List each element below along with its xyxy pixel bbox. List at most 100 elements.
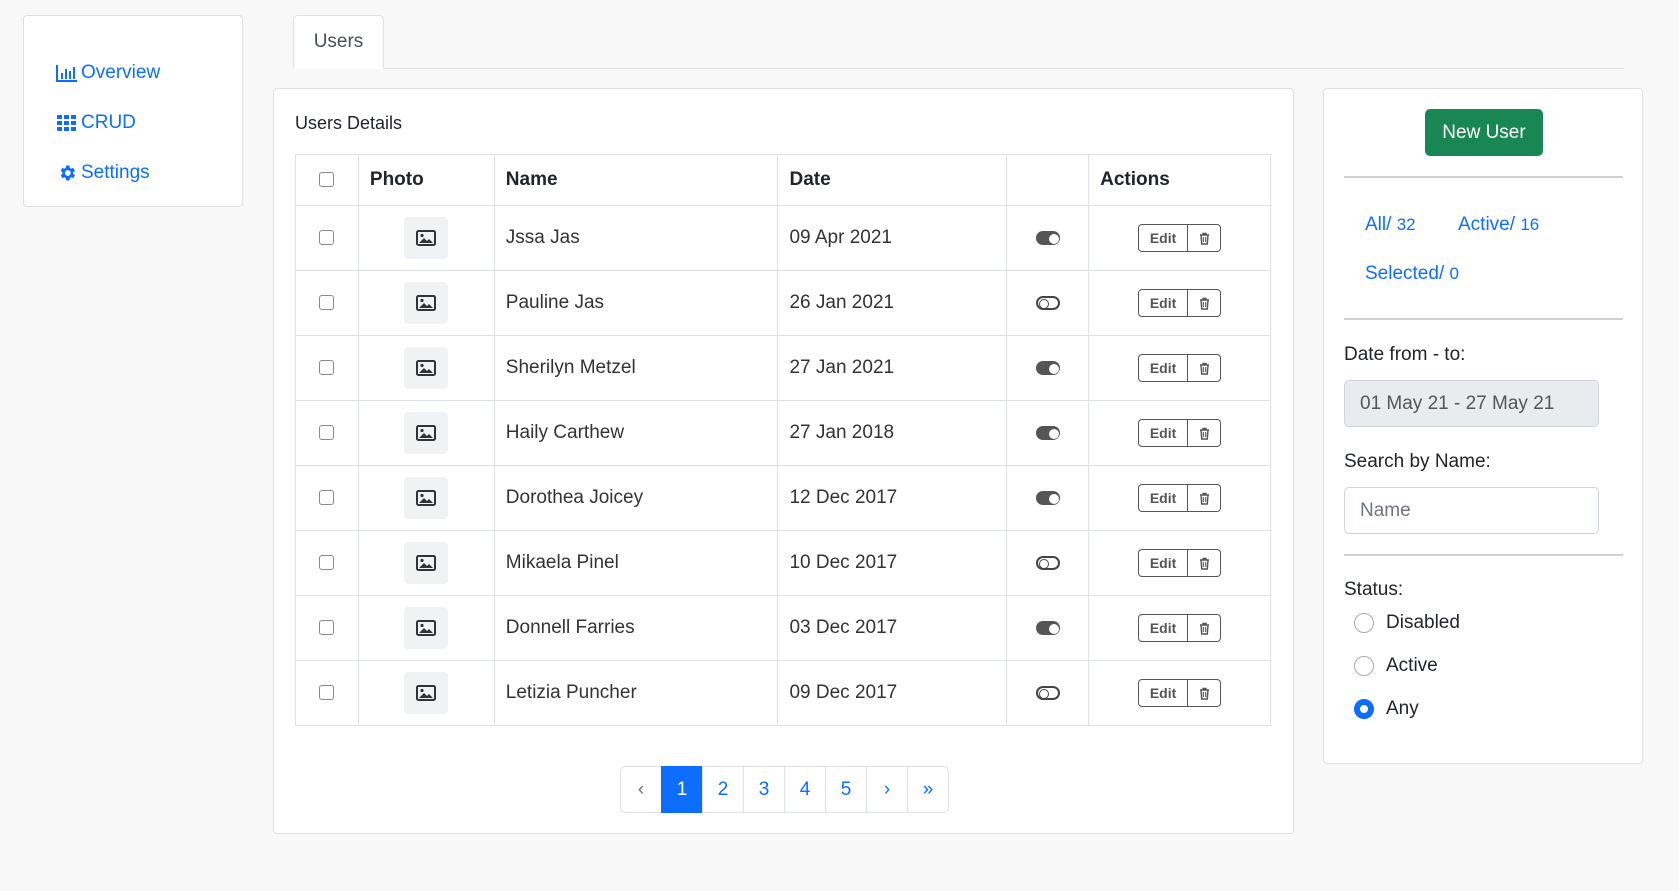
page-1-button[interactable]: 1 [661,766,703,813]
status-toggle[interactable] [1035,295,1060,310]
status-disabled-radio[interactable] [1354,613,1374,633]
divider [1344,554,1623,556]
status-toggle[interactable] [1035,425,1060,440]
delete-button[interactable] [1188,484,1222,512]
user-name: Letizia Puncher [493,660,779,726]
row-select-cell [295,595,359,661]
row-select-cell [295,465,359,531]
filter-active-label: Active/ [1458,214,1516,235]
page-next-button[interactable]: › [866,766,908,813]
filter-all-label: All/ [1365,214,1392,235]
delete-button[interactable] [1188,614,1222,642]
status-toggle-cell [1006,335,1090,401]
user-name: Donnell Farries [493,595,779,661]
column-header-actions: Actions [1088,154,1271,206]
row-checkbox[interactable] [319,555,335,571]
actions-cell: Edit [1088,270,1271,336]
user-name: Haily Carthew [493,400,779,466]
user-name: Dorothea Joicey [493,465,779,531]
page-5-button[interactable]: 5 [825,766,867,813]
search-name-input[interactable] [1344,487,1599,534]
page-2-button[interactable]: 2 [702,766,744,813]
filter-active-count: 16 [1520,215,1540,234]
filter-all-link[interactable]: All/ 32 [1365,214,1416,236]
tab-users[interactable]: Users [293,15,384,69]
delete-button[interactable] [1188,354,1222,382]
user-date: 27 Jan 2021 [777,335,1008,401]
row-checkbox[interactable] [319,685,335,701]
delete-button[interactable] [1188,419,1222,447]
status-option-active[interactable]: Active [1354,655,1438,677]
status-toggle[interactable] [1035,230,1060,245]
status-toggle[interactable] [1035,490,1060,505]
image-placeholder-icon [404,477,449,519]
row-checkbox[interactable] [319,230,335,246]
status-option-disabled[interactable]: Disabled [1354,612,1460,634]
filter-panel: New User All/ 32 Active/ 16 Selected/ 0 … [1323,88,1643,764]
row-checkbox[interactable] [319,425,335,441]
row-actions: Edit [1138,549,1222,577]
row-checkbox[interactable] [319,620,335,636]
image-placeholder-icon [404,607,449,649]
sidebar-item-label: Settings [81,162,150,183]
edit-button[interactable]: Edit [1138,549,1189,577]
actions-cell: Edit [1088,335,1271,401]
page-4-button[interactable]: 4 [784,766,826,813]
status-toggle[interactable] [1035,685,1060,700]
delete-button[interactable] [1188,549,1222,577]
page-last-button[interactable]: » [907,766,949,813]
table-row: Mikaela Pinel 10 Dec 2017 Edit [295,530,1271,596]
row-checkbox[interactable] [319,360,335,376]
table-row: Dorothea Joicey 12 Dec 2017 Edit [295,465,1271,531]
table-header-row: Photo Name Date Actions [295,154,1271,206]
status-label: Status: [1344,579,1404,600]
edit-button[interactable]: Edit [1138,614,1189,642]
edit-button[interactable]: Edit [1138,484,1189,512]
filter-selected-count: 0 [1449,264,1459,283]
row-select-cell [295,205,359,271]
photo-cell [357,595,495,661]
new-user-button[interactable]: New User [1425,109,1543,156]
edit-button[interactable]: Edit [1138,289,1189,317]
status-toggle[interactable] [1035,620,1060,635]
table-row: Donnell Farries 03 Dec 2017 Edit [295,595,1271,661]
user-name: Mikaela Pinel [493,530,779,596]
trash-icon [1199,622,1209,635]
status-any-radio[interactable] [1354,699,1374,719]
sidebar-item-overview[interactable]: Overview [56,48,242,98]
row-checkbox[interactable] [319,490,335,506]
image-placeholder-icon [404,542,449,584]
status-toggle[interactable] [1035,360,1060,375]
edit-button[interactable]: Edit [1138,354,1189,382]
filter-selected-link[interactable]: Selected/ 0 [1365,263,1459,285]
sidebar-item-settings[interactable]: Settings [56,148,242,198]
image-placeholder-icon [404,672,449,714]
table-row: Jssa Jas 09 Apr 2021 Edit [295,205,1271,271]
edit-button[interactable]: Edit [1138,419,1189,447]
page-3-button[interactable]: 3 [743,766,785,813]
status-option-label: Any [1386,698,1419,719]
grid-icon [57,115,76,131]
divider [1344,318,1623,320]
delete-button[interactable] [1188,679,1222,707]
date-range-input[interactable]: 01 May 21 - 27 May 21 [1344,380,1599,427]
status-active-radio[interactable] [1354,656,1374,676]
photo-cell [357,660,495,726]
trash-icon [1199,232,1209,245]
page-prev-button[interactable]: ‹ [620,766,662,813]
sidebar-item-label: Overview [81,62,161,83]
status-option-any[interactable]: Any [1354,698,1419,720]
photo-cell [357,400,495,466]
sidebar-item-label: CRUD [81,112,136,133]
edit-button[interactable]: Edit [1138,679,1189,707]
sidebar-item-crud[interactable]: CRUD [56,98,242,148]
row-actions: Edit [1138,679,1222,707]
image-placeholder-icon [404,412,449,454]
select-all-checkbox[interactable] [319,172,335,188]
edit-button[interactable]: Edit [1138,224,1189,252]
delete-button[interactable] [1188,224,1222,252]
status-toggle[interactable] [1035,555,1060,570]
delete-button[interactable] [1188,289,1222,317]
filter-active-link[interactable]: Active/ 16 [1458,214,1539,236]
row-checkbox[interactable] [319,295,335,311]
